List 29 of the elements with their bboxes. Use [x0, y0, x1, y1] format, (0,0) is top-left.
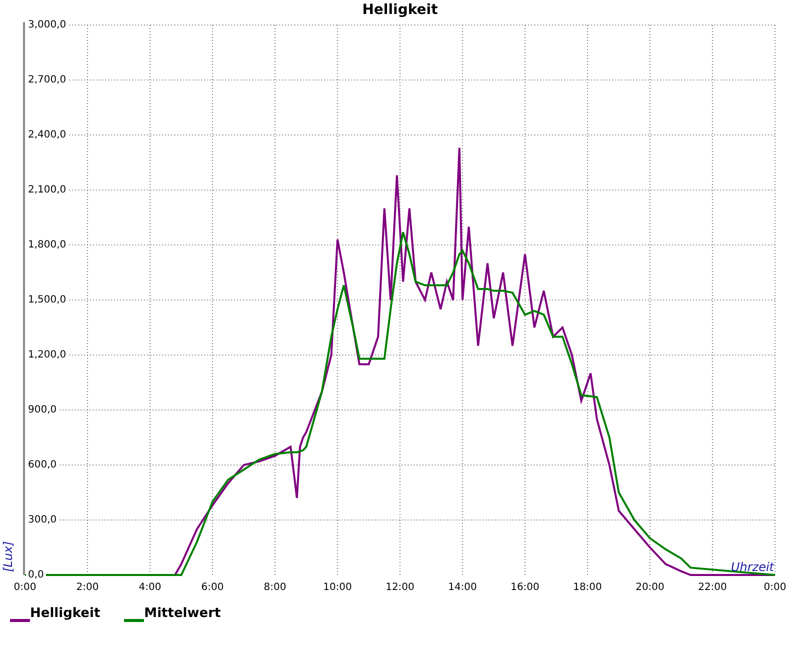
y-tick-label: 1,800,0: [28, 240, 66, 250]
y-tick-label: 1,200,0: [28, 350, 66, 360]
x-axis-label: Uhrzeit: [730, 560, 774, 574]
x-tick-label: 8:00: [264, 582, 286, 593]
y-axis-label: [Lux]: [1, 541, 15, 572]
legend-label: Helligkeit: [30, 605, 100, 623]
x-tick-label: 20:00: [636, 582, 664, 593]
x-tick-label: 14:00: [448, 582, 477, 593]
x-tick-label: 22:00: [698, 582, 727, 593]
legend-label: Mittelwert: [144, 605, 221, 623]
x-tick-label: 6:00: [201, 582, 224, 593]
y-tick-label: 1,500,0: [28, 294, 66, 306]
x-tick-label: 16:00: [510, 582, 540, 593]
y-tick-label: 0,0: [28, 570, 44, 580]
y-tick-label: 900,0: [28, 404, 57, 416]
x-tick-label: 18:00: [573, 582, 602, 593]
y-tick-label: 2,700,0: [28, 74, 66, 86]
x-tick-label: 0:00: [764, 582, 786, 593]
x-tick-label: 12:00: [386, 582, 414, 593]
chart-title: Helligkeit: [362, 2, 438, 18]
y-tick-label: 3,000,0: [28, 20, 66, 30]
x-tick-label: 10:00: [323, 582, 352, 593]
x-tick-label: 4:00: [138, 582, 162, 593]
y-tick-label: 300,0: [28, 514, 57, 526]
x-tick-label: 0:00: [14, 582, 36, 593]
y-tick-label: 2,400,0: [28, 130, 66, 140]
x-tick-label: 2:00: [76, 582, 99, 593]
y-tick-label: 600,0: [28, 460, 57, 470]
y-tick-label: 2,100,0: [28, 184, 66, 196]
